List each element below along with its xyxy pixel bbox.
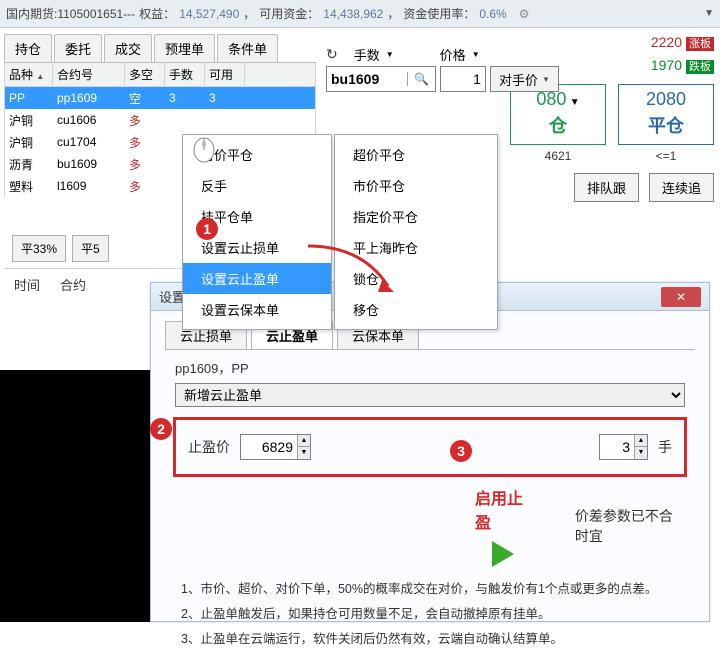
title-prefix: 国内期货:1105001651--- [6,5,135,22]
note-line: 2、止盈单触发后，如果持仓可用数量不足，会自动撤掉原有挂单。 [181,602,679,627]
avail-label: 可用资金： [259,5,319,22]
price-mode-button[interactable]: 对手价▼ [490,66,559,92]
contract-search[interactable]: 🔍 [326,66,436,92]
col-side[interactable]: 多空 [125,63,165,86]
menu-item-highlighted[interactable]: 设置云止盈单 [183,263,331,294]
stop-profit-window: 设置云止盈单 ✕ 云止损单 云止盈单 云保本单 pp1609，PP 新增云止盈单… [150,282,710,622]
chevron-down-icon: ▼ [542,75,550,84]
menu-item[interactable]: 反手 [183,170,331,201]
close-5-button[interactable]: 平5 [72,235,109,262]
refresh-icon[interactable]: ↻ [326,46,338,63]
timeline-contract: 合约 [60,275,86,294]
params-redbox: 止盈价 ▲▼ ▲▼ 手 [173,417,687,477]
qty-unit: 手 [658,437,672,457]
qty-dd-icon[interactable]: ▼ [386,50,394,59]
annotation-badge-3: 3 [450,440,472,462]
col-qty[interactable]: 手数 [165,63,205,86]
chevron-down-icon: ▼ [570,97,580,108]
usage-value: 0.6% [479,7,506,21]
limit-dn-price: 1970 [651,57,682,73]
play-icon[interactable] [492,541,514,567]
limit-up-label: 涨板 [686,37,714,51]
enable-label: 启用止盈 [475,485,531,533]
mouse-cursor-icon [186,136,222,172]
tab-orders[interactable]: 委托 [54,34,102,62]
tab-preorders[interactable]: 预埋单 [154,34,215,62]
gear-icon[interactable]: ⚙ [519,7,530,21]
col-avail[interactable]: 可用 [205,63,245,86]
spin-down-icon[interactable]: ▼ [298,447,310,459]
qty-spinner[interactable]: ▲▼ [599,434,648,460]
price-label: 价格 [440,45,466,64]
menu-item[interactable]: 设置云保本单 [183,294,331,325]
chase-button[interactable]: 连续追 [649,173,714,202]
tab-conditions[interactable]: 条件单 [217,34,278,62]
queue-value: 4621 [510,149,606,163]
table-header: 品种 ▲ 合约号 多空 手数 可用 [4,63,316,87]
context-submenu: 超价平仓 市价平仓 指定价平仓 平上海昨仓 锁仓 移仓 [334,134,498,330]
col-contract[interactable]: 合约号 [53,63,125,86]
annotation-badge-2: 2 [150,418,172,440]
tab-fills[interactable]: 成交 [104,34,152,62]
menu-item[interactable]: 移仓 [335,294,497,325]
col-variety[interactable]: 品种 ▲ [5,63,53,86]
notes-list: 1、市价、超价、对价下单，50%的概率成交在对价，与触发价有1个点或更多的点差。… [165,567,695,652]
close-icon[interactable]: ✕ [661,287,701,307]
price-spinner[interactable]: ▲▼ [240,434,311,460]
tab-positions[interactable]: 持仓 [4,34,52,62]
usage-label: 资金使用率： [403,5,475,22]
equity-label: 权益： [139,5,175,22]
position-tabs: 持仓 委托 成交 预埋单 条件单 [4,34,316,63]
spin-up-icon[interactable]: ▲ [298,435,310,447]
limit-value: <=1 [618,149,714,163]
sort-up-icon: ▲ [36,72,44,81]
note-line: 3、止盈单在云端运行，软件关闭后仍然有效，云端自动确认结算单。 [181,627,679,652]
timeline-time: 时间 [14,275,40,294]
chevron-down-icon[interactable]: ▼ [704,8,714,19]
menu-item[interactable]: 锁仓 [335,263,497,294]
note-line: 1、市价、超价、对价下单，50%的概率成交在对价，与触发价有1个点或更多的点差。 [181,577,679,602]
search-input[interactable] [327,71,407,87]
param-note: 价差参数已不合时宜 [575,506,685,546]
menu-item[interactable]: 平上海昨仓 [335,232,497,263]
qty-input[interactable] [440,66,486,92]
limit-up-price: 2220 [651,34,682,50]
price-field-label: 止盈价 [188,437,230,457]
price-dd-icon[interactable]: ▼ [472,50,480,59]
order-select[interactable]: 新增云止盈单 [175,383,685,407]
queue-follow-button[interactable]: 排队跟 [574,173,639,202]
menu-item[interactable]: 市价平仓 [335,170,497,201]
contract-label: pp1609，PP [165,350,695,383]
qty-label: 手数 [354,45,380,64]
equity-value: 14,527,490 [179,7,239,21]
limit-dn-label: 跌板 [686,60,714,74]
annotation-badge-1: 1 [196,218,218,240]
menu-item[interactable]: 指定价平仓 [335,201,497,232]
price-input[interactable] [241,439,297,455]
spin-down-icon[interactable]: ▼ [635,447,647,459]
table-row[interactable]: 沪铜cu1606 多 [5,109,315,131]
table-row[interactable]: PPpp1609 空33 [5,87,315,109]
qty-input-child[interactable] [600,439,634,455]
spin-up-icon[interactable]: ▲ [635,435,647,447]
title-bar: 国内期货:1105001651--- 权益： 14,527,490 ， 可用资金… [0,0,720,28]
search-icon[interactable]: 🔍 [407,72,435,86]
close-33-button[interactable]: 平33% [12,235,66,262]
enable-button-group: 启用止盈 [475,485,531,567]
avail-value: 14,438,962 [323,7,383,21]
black-area [0,370,150,622]
close-button[interactable]: 2080 平仓 [618,84,714,145]
open-button[interactable]: 080 ▼ 仓 [510,84,606,145]
menu-item[interactable]: 超价平仓 [335,139,497,170]
